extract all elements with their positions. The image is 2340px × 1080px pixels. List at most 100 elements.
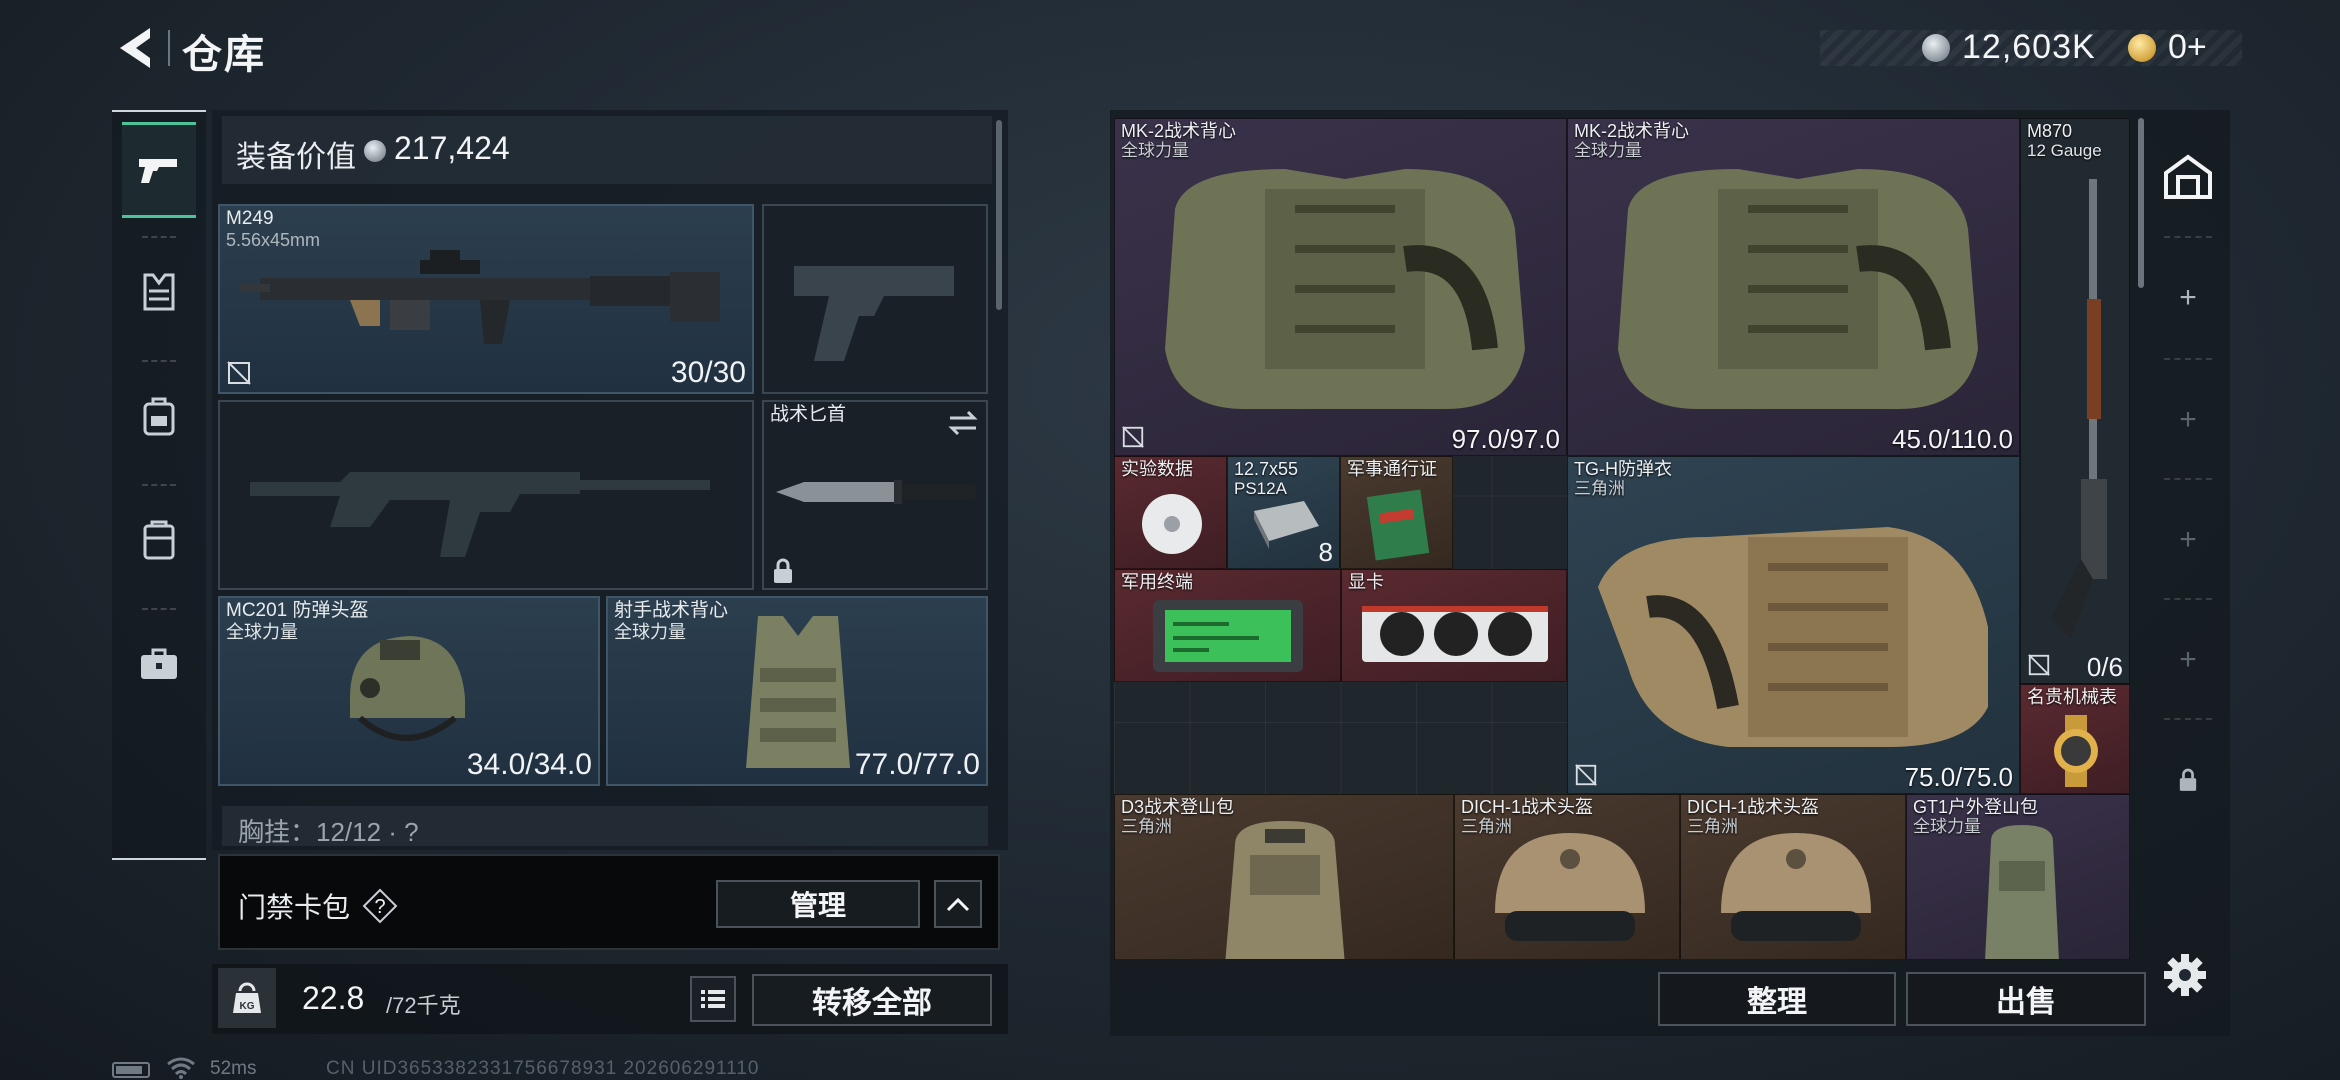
sell-button[interactable]: 出售: [1906, 972, 2146, 1026]
battery-level: [116, 1066, 142, 1074]
weight-max: /72千克: [386, 993, 461, 1018]
helmet-durability: 34.0/34.0: [466, 748, 592, 781]
stash-item-d3-backpack[interactable]: D3战术登山包 三角洲: [1114, 794, 1454, 960]
sidebar-item-case[interactable]: [122, 492, 196, 588]
stash-item-m870[interactable]: M870 12 Gauge 0/6: [2020, 118, 2130, 684]
stash-tab-add[interactable]: +: [2150, 240, 2226, 356]
weight-icon: KG: [218, 968, 276, 1028]
stash-scrollbar[interactable]: [2138, 118, 2144, 288]
no-durability-icon: [1122, 426, 1144, 448]
sidebar-item-chest-rig[interactable]: [122, 244, 196, 340]
item-name: DICH-1战术头盔: [1461, 797, 1594, 817]
stash-tab-rail: + + + +: [2150, 118, 2226, 960]
item-brand: 全球力量: [1913, 817, 1981, 836]
gold-coin-icon[interactable]: [2128, 34, 2156, 62]
stash-item-mk2-vest[interactable]: MK-2战术背心 全球力量 45.0/110.0: [1567, 118, 2020, 456]
watch-image: [2054, 715, 2098, 787]
item-name: 12.7x55: [1234, 459, 1299, 479]
stash-item-military-terminal[interactable]: 军用终端: [1114, 569, 1341, 682]
silver-coin-icon: [364, 140, 386, 162]
armor-slot[interactable]: 射手战术背心 全球力量 77.0/77.0: [606, 596, 988, 786]
item-durability: 75.0/75.0: [1904, 762, 2013, 792]
weapon-ammo: 30/30: [670, 356, 746, 389]
ping-text: 52ms: [210, 1058, 257, 1079]
item-brand: 三角洲: [1121, 817, 1172, 836]
weapon-name: M249: [226, 208, 274, 229]
stash-item-gpu[interactable]: 显卡: [1341, 569, 1567, 682]
header-divider: [168, 30, 170, 66]
sidebar-item-weapons[interactable]: [122, 122, 196, 218]
helmet-image: [1721, 833, 1871, 941]
list-icon: [701, 990, 725, 1008]
silver-coin-icon: [1922, 34, 1950, 62]
uid-text: CN UID3653382331756678931 202606291110: [326, 1058, 760, 1079]
vest-image: [1165, 169, 1525, 409]
rifle-placeholder-icon: [250, 472, 710, 557]
gold-amount[interactable]: 0+: [2168, 28, 2207, 67]
transfer-all-button[interactable]: 转移全部: [752, 974, 992, 1026]
no-durability-icon: [227, 361, 251, 385]
stash-tab-main[interactable]: [2150, 118, 2226, 234]
stash-item-ammo[interactable]: 12.7x55 PS12A 8: [1227, 456, 1340, 569]
toolbox-icon: [141, 648, 177, 679]
stash-item-luxury-watch[interactable]: 名贵机械表: [2020, 684, 2130, 794]
item-name: TG-H防弹衣: [1574, 459, 1672, 479]
stash-tab-add[interactable]: +: [2150, 362, 2226, 478]
stash-item-military-pass[interactable]: 军事通行证: [1340, 456, 1453, 569]
back-arrow-icon: [120, 28, 150, 68]
sidebar-item-toolbox[interactable]: [122, 616, 196, 712]
ammo-box-image: [1254, 501, 1319, 549]
armor-durability: 77.0/77.0: [854, 748, 980, 781]
collapse-button[interactable]: [934, 880, 982, 928]
page-title: 仓库: [182, 33, 266, 77]
silver-amount: 12,603K: [1962, 28, 2096, 66]
stash-item-gt1-backpack[interactable]: GT1户外登山包 全球力量: [1906, 794, 2130, 960]
stash-item-dich-helmet[interactable]: DICH-1战术头盔 三角洲: [1680, 794, 1906, 960]
item-brand: 三角洲: [1574, 479, 1625, 498]
stash-item-lab-data[interactable]: 实验数据: [1114, 456, 1227, 569]
equipment-scrollbar[interactable]: [996, 120, 1002, 310]
weight-value: 22.8: [302, 980, 365, 1016]
item-name: MK-2战术背心: [1121, 121, 1237, 141]
gear-icon[interactable]: [2162, 952, 2208, 998]
sidebar-item-backpack[interactable]: [122, 368, 196, 464]
item-quantity: 8: [1318, 537, 1333, 567]
lock-icon: [2179, 768, 2197, 791]
stash-tab-add[interactable]: +: [2150, 602, 2226, 718]
stash-item-dich-helmet[interactable]: DICH-1战术头盔 三角洲: [1454, 794, 1680, 960]
pistol-icon: [139, 159, 177, 183]
item-durability: 97.0/97.0: [1451, 424, 1560, 454]
stash-tab-add[interactable]: +: [2150, 482, 2226, 598]
manage-button[interactable]: 管理: [716, 880, 920, 928]
melee-slot[interactable]: 战术匕首: [762, 400, 988, 590]
item-brand: 三角洲: [1461, 817, 1512, 836]
swap-icon[interactable]: [948, 410, 978, 436]
item-name: 显卡: [1348, 572, 1384, 592]
stash-item-mk2-vest[interactable]: MK-2战术背心 全球力量 97.0/97.0: [1114, 118, 1567, 456]
back-button[interactable]: [112, 22, 160, 74]
armor-image: [1598, 527, 1988, 747]
help-icon[interactable]: ?: [362, 888, 398, 924]
stash-item-tgh-armor[interactable]: TG-H防弹衣 三角洲 75.0/75.0: [1567, 456, 2020, 794]
backpack-image: [1225, 821, 1345, 959]
sort-button[interactable]: 整理: [1658, 972, 1896, 1026]
primary-weapon-slot[interactable]: M249 5.56x45mm 30/30: [218, 204, 754, 394]
stash-tab-locked[interactable]: [2150, 722, 2226, 838]
item-caliber: 12 Gauge: [2027, 141, 2102, 160]
melee-name: 战术匕首: [770, 404, 847, 425]
helmet-slot[interactable]: MC201 防弹头盔 全球力量 34.0/34.0: [218, 596, 600, 786]
equipment-value-amount: 217,424: [394, 130, 510, 166]
equipment-sidebar: [112, 110, 206, 860]
item-brand: 全球力量: [1121, 141, 1189, 160]
gpu-image: [1362, 606, 1548, 662]
item-name: 名贵机械表: [2027, 687, 2117, 707]
warehouse-icon: [2164, 154, 2212, 199]
list-view-button[interactable]: [690, 976, 736, 1022]
wifi-icon: [167, 1057, 195, 1079]
secondary-weapon-slot-empty[interactable]: [218, 400, 754, 590]
terminal-image: [1153, 600, 1303, 672]
chest-rig-label: 胸挂：12/12 · ?: [238, 817, 419, 847]
helmet-image: [350, 636, 465, 741]
pistol-slot-empty[interactable]: [762, 204, 988, 394]
svg-text:?: ?: [374, 896, 385, 918]
